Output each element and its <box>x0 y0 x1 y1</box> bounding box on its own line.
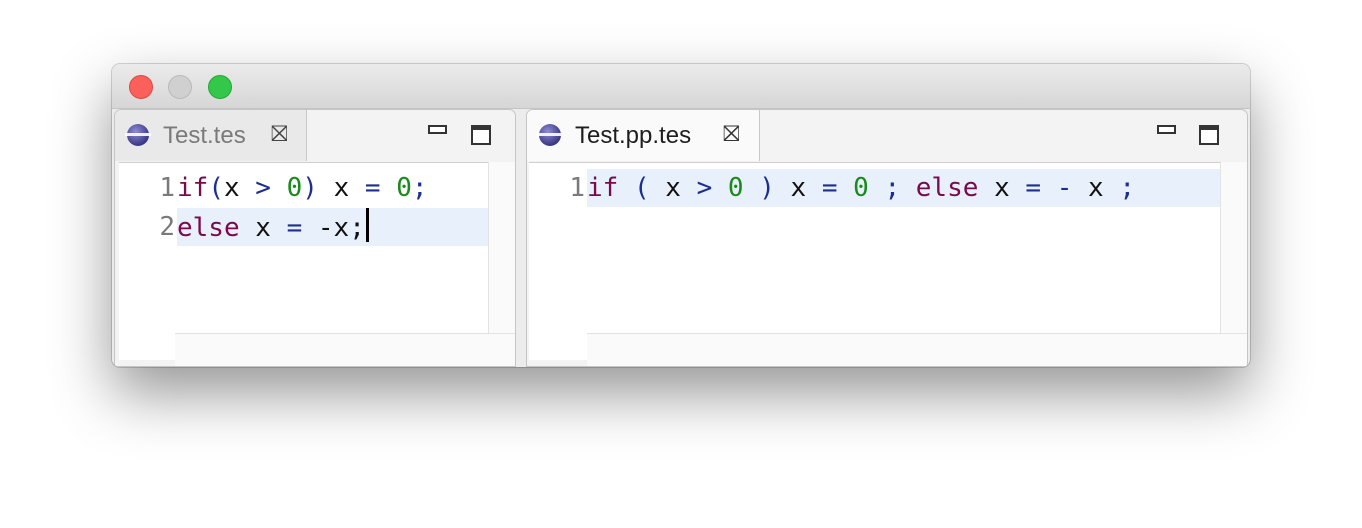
code-token: x <box>255 213 271 243</box>
minimize-view-icon[interactable] <box>428 125 447 134</box>
line-number: 2 <box>159 212 175 242</box>
close-window-button[interactable] <box>129 75 153 99</box>
code-token: 0 <box>727 173 744 203</box>
ide-window: Test.tes ⛝ 1 if(x > 0) x = 0; 2 else x = -x… <box>112 64 1250 367</box>
code-token: > <box>255 173 271 203</box>
code-token: ( <box>208 173 224 203</box>
horizontal-scrollbar[interactable] <box>587 333 1247 366</box>
code-token: -x; <box>317 213 365 243</box>
line-number: 1 <box>159 173 175 203</box>
minimize-view-icon[interactable] <box>1157 125 1176 134</box>
editor-tab-test-pp-tes[interactable]: Test.pp.tes ⛝ <box>527 110 760 161</box>
vertical-scrollbar[interactable] <box>488 162 515 360</box>
editor-tab-strip: Test.tes ⛝ <box>115 110 515 162</box>
tab-label: Test.pp.tes <box>575 122 692 149</box>
code-token: = <box>364 173 381 203</box>
close-tab-icon[interactable]: ⛝ <box>271 124 288 146</box>
code-text[interactable]: if ( x > 0 ) x = 0 ; else x = - x ; <box>587 169 1221 207</box>
minimize-window-button[interactable] <box>168 75 192 99</box>
code-token: ) <box>759 173 775 203</box>
code-token: x <box>333 173 350 203</box>
code-token: x <box>665 173 681 203</box>
title-bar <box>112 64 1250 109</box>
code-text[interactable]: if(x > 0) x = 0; <box>177 169 489 207</box>
code-line[interactable]: 2 else x = -x; <box>119 208 489 246</box>
code-line[interactable]: 1 if ( x > 0 ) x = 0 ; else x = - x ; <box>529 169 1221 207</box>
code-token: x <box>1088 173 1104 203</box>
code-editor-area[interactable]: 1 if(x > 0) x = 0; 2 else x = -x; <box>119 162 489 360</box>
eclipse-file-icon <box>125 124 151 146</box>
editor-pane-right: Test.pp.tes ⛝ 1 if ( x > 0 ) x = 0 ; else… <box>526 109 1248 367</box>
code-token: 0 <box>853 173 869 203</box>
code-token: ; <box>1119 173 1135 203</box>
tab-label: Test.tes <box>163 122 246 149</box>
text-caret <box>365 208 369 242</box>
code-text[interactable]: else x = -x; <box>177 208 489 246</box>
code-token: x <box>790 173 807 203</box>
horizontal-scrollbar[interactable] <box>175 333 515 366</box>
code-token: 0 <box>396 173 412 203</box>
code-token: if <box>177 173 209 203</box>
zoom-window-button[interactable] <box>208 75 232 99</box>
vertical-scrollbar[interactable] <box>1220 162 1247 360</box>
editor-tab-test-tes[interactable]: Test.tes ⛝ <box>115 110 307 161</box>
code-token: x <box>994 173 1010 203</box>
maximize-view-icon[interactable] <box>471 125 491 145</box>
code-line[interactable]: 1 if(x > 0) x = 0; <box>119 169 489 207</box>
code-token: 0 <box>286 173 303 203</box>
code-token: - <box>1056 173 1073 203</box>
code-token: > <box>696 173 713 203</box>
close-tab-icon[interactable]: ⛝ <box>723 124 740 146</box>
code-token: ) <box>302 173 318 203</box>
editor-tab-strip: Test.pp.tes ⛝ <box>527 110 1247 162</box>
code-editor-area[interactable]: 1 if ( x > 0 ) x = 0 ; else x = - x ; <box>529 162 1221 360</box>
code-token: x <box>223 173 240 203</box>
code-token: else <box>915 173 979 203</box>
editor-pane-left: Test.tes ⛝ 1 if(x > 0) x = 0; 2 else x = -x… <box>114 109 516 367</box>
code-token: ; <box>411 173 428 203</box>
code-token: if <box>587 173 619 203</box>
code-token: ( <box>633 173 650 203</box>
maximize-view-icon[interactable] <box>1199 125 1219 145</box>
eclipse-file-icon <box>537 124 563 146</box>
code-token: ; <box>884 173 901 203</box>
code-token: else <box>177 213 240 243</box>
code-token: = <box>1025 173 1042 203</box>
line-number: 1 <box>569 173 585 203</box>
code-token: = <box>821 173 838 203</box>
code-token: = <box>286 213 303 243</box>
